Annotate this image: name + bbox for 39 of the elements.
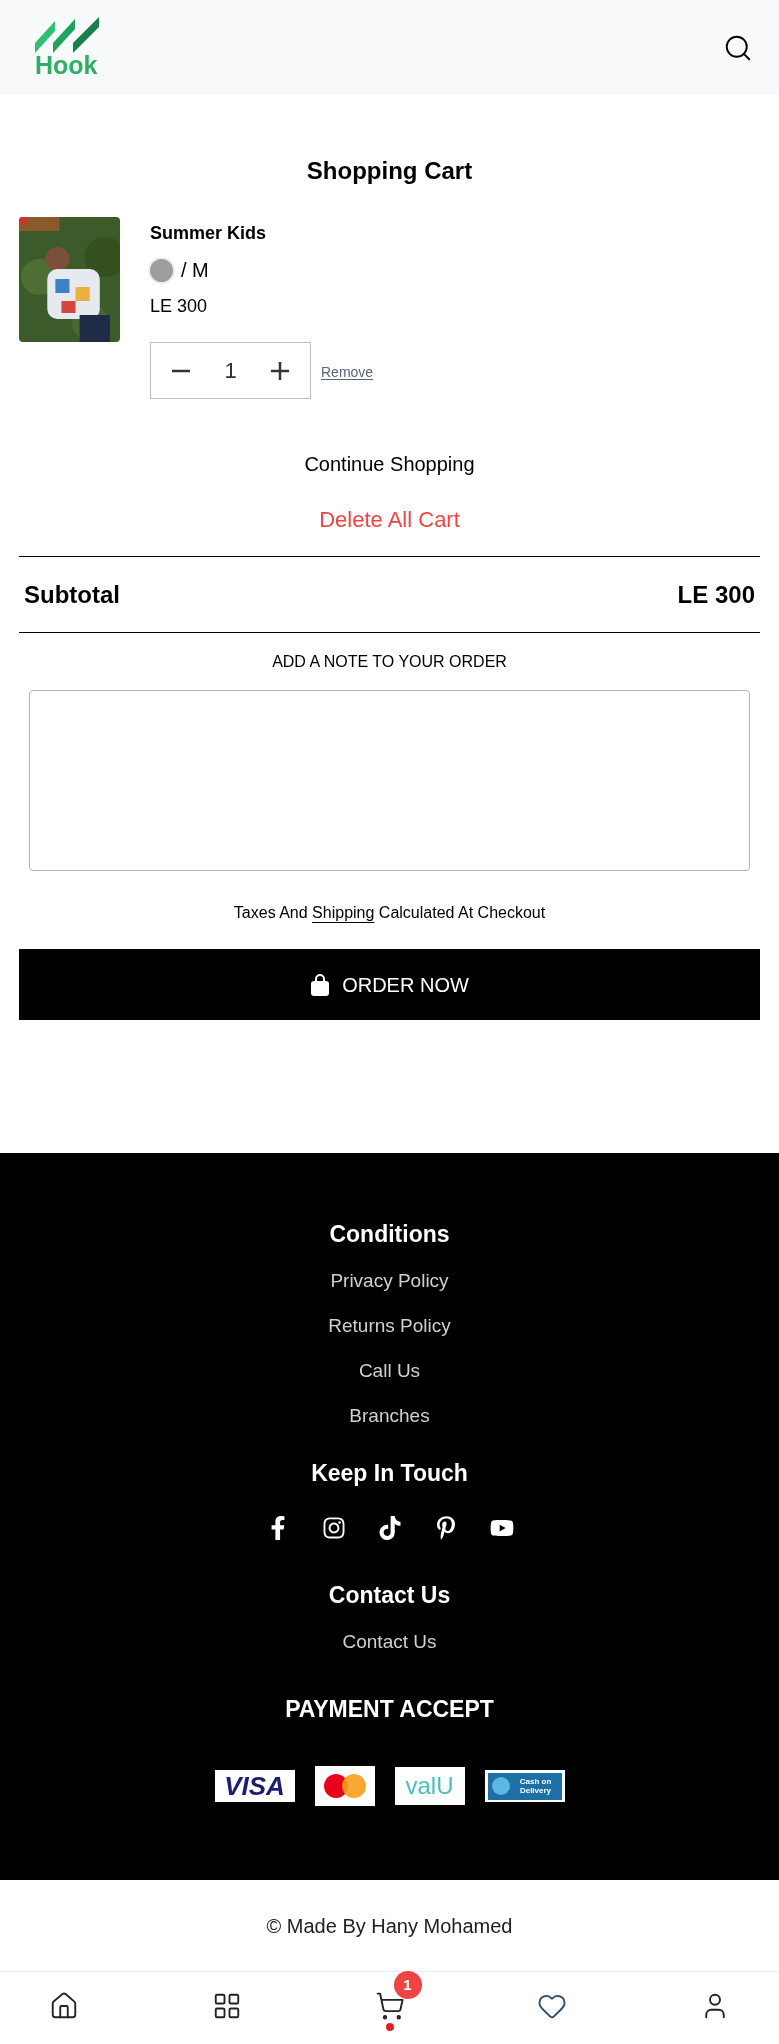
- footer-link[interactable]: Returns Policy: [328, 1302, 451, 1348]
- cart-count-badge: 1: [393, 1971, 422, 1999]
- footer-heading: Contact Us: [328, 1581, 451, 1610]
- cash-on-delivery-logo: Cash on Delivery: [484, 1770, 565, 1802]
- page-title: Shopping Cart: [305, 156, 474, 186]
- product-price: LE 300: [150, 295, 209, 318]
- visa-logo: VISA: [214, 1770, 295, 1802]
- order-now-button[interactable]: ORDER NOW: [19, 949, 760, 1020]
- subtotal-label: Subtotal: [24, 579, 120, 610]
- credit-text: © Made By Hany Mohamed: [266, 1913, 513, 1939]
- product-size: / M: [181, 258, 209, 283]
- quantity-stepper[interactable]: 1: [150, 342, 311, 399]
- valu-logo: valU: [394, 1767, 465, 1805]
- logo-text: Hook: [35, 53, 98, 78]
- footer-heading: Conditions: [329, 1220, 450, 1249]
- footer-link[interactable]: Call Us: [358, 1347, 421, 1393]
- home-icon: [49, 1991, 79, 2021]
- logo-icon: [35, 17, 101, 55]
- cart-icon: [374, 1991, 405, 2021]
- footer-link[interactable]: Branches: [349, 1392, 430, 1438]
- delete-all-cart-link[interactable]: Delete All Cart: [319, 503, 460, 536]
- plus-icon[interactable]: [270, 360, 290, 381]
- footer-heading: Keep In Touch: [311, 1458, 468, 1488]
- shipping-link[interactable]: Shipping: [312, 904, 375, 921]
- footer-link[interactable]: Contact Us: [342, 1618, 437, 1664]
- quantity-value: 1: [224, 357, 237, 385]
- subtotal-value: LE 300: [677, 579, 755, 610]
- tiktok-icon[interactable]: [377, 1516, 402, 1540]
- note-label: ADD A NOTE TO YOUR ORDER: [272, 652, 507, 672]
- footer-heading: PAYMENT ACCEPT: [285, 1694, 494, 1724]
- continue-shopping-link[interactable]: Continue Shopping: [304, 449, 475, 479]
- footer-link[interactable]: Privacy Policy: [330, 1257, 449, 1303]
- instagram-icon[interactable]: [321, 1516, 346, 1540]
- remove-link[interactable]: Remove: [321, 362, 374, 383]
- mastercard-logo: [314, 1766, 375, 1806]
- note-field[interactable]: [29, 690, 750, 871]
- checkout-note: Taxes And Shipping Calculated At Checkout: [233, 903, 546, 923]
- product-name: Summer Kids: [150, 222, 268, 245]
- shopping-bag-icon: [310, 973, 331, 996]
